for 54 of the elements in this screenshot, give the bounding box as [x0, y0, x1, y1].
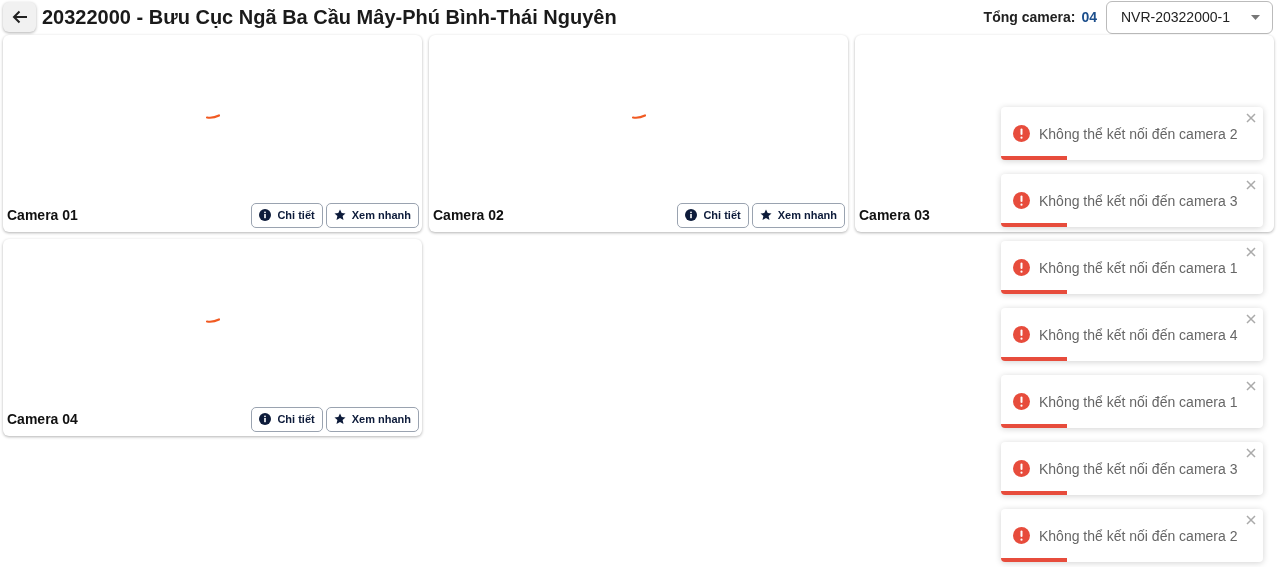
spinner-icon [205, 114, 220, 119]
nvr-select[interactable]: NVR-20322000-1 [1106, 0, 1273, 34]
close-button[interactable] [1245, 112, 1257, 124]
info-icon [685, 209, 698, 221]
error-icon [1013, 192, 1030, 209]
close-icon [1245, 380, 1257, 392]
details-button[interactable]: Chi tiết [251, 406, 323, 432]
quick-view-button[interactable]: Xem nhanh [325, 202, 419, 228]
back-button[interactable] [3, 2, 36, 32]
total-camera-count: 04 [1081, 9, 1097, 25]
camera-name: Camera 02 [433, 207, 505, 223]
close-button[interactable] [1245, 447, 1257, 459]
close-icon [1245, 179, 1257, 191]
toast-message: Không thể kết nối đến camera 2 [1039, 125, 1238, 142]
quick-view-button[interactable]: Xem nhanh [325, 406, 419, 432]
total-camera-label: Tổng camera: [983, 9, 1076, 25]
toast-message: Không thể kết nối đến camera 2 [1039, 527, 1238, 544]
error-icon [1013, 326, 1030, 343]
close-icon [1245, 246, 1257, 258]
toast-message: Không thể kết nối đến camera 1 [1039, 259, 1238, 276]
error-icon [1013, 460, 1030, 477]
close-button[interactable] [1245, 380, 1257, 392]
close-icon [1245, 514, 1257, 526]
page-title: 20322000 - Bưu Cục Ngã Ba Cầu Mây-Phú Bình-Thái Nguyên [42, 5, 618, 29]
toast-message: Không thể kết nối đến camera 3 [1039, 460, 1238, 477]
info-icon [259, 413, 272, 425]
toast-message: Không thể kết nối đến camera 4 [1039, 326, 1238, 343]
close-icon [1245, 313, 1257, 325]
details-button[interactable]: Chi tiết [251, 202, 323, 228]
quick-view-button[interactable]: Xem nhanh [751, 202, 845, 228]
camera-name: Camera 04 [7, 411, 79, 427]
close-icon [1245, 447, 1257, 459]
close-button[interactable] [1245, 313, 1257, 325]
star-icon [759, 209, 772, 221]
star-icon [333, 209, 346, 221]
toast-message: Không thể kết nối đến camera 3 [1039, 192, 1238, 209]
caret-icon [1251, 14, 1260, 20]
error-icon [1013, 527, 1030, 544]
spinner-icon [631, 114, 646, 119]
toast-message: Không thể kết nối đến camera 1 [1039, 393, 1238, 410]
close-icon [1245, 112, 1257, 124]
spinner-icon [205, 318, 220, 323]
camera-name: Camera 03 [859, 207, 931, 223]
error-icon [1013, 259, 1030, 276]
arrow-left-icon [11, 10, 28, 24]
close-button[interactable] [1245, 246, 1257, 258]
camera-name: Camera 01 [7, 207, 79, 223]
info-icon [259, 209, 272, 221]
close-button[interactable] [1245, 514, 1257, 526]
star-icon [333, 413, 346, 425]
error-icon [1013, 125, 1030, 142]
close-button[interactable] [1245, 179, 1257, 191]
error-icon [1013, 393, 1030, 410]
details-button[interactable]: Chi tiết [677, 202, 749, 228]
